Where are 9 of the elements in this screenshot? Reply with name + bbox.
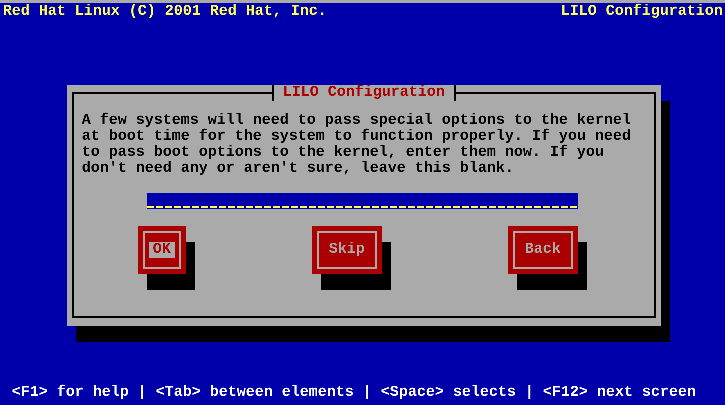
dialog-button[interactable]: Back [508,226,578,274]
dialog-button[interactable]: Skip [312,226,382,274]
dialog-button[interactable]: OK [138,226,186,274]
key-help-text: <F1> for help | <Tab> between elements | <Space> selects | <F12> next screen [12,385,696,401]
product-title: Red Hat Linux (C) 2001 Red Hat, Inc. [3,4,328,21]
dialog-title: LILO Configuration [272,85,456,101]
boot-options-field[interactable] [147,193,578,209]
screen-title: LILO Configuration [560,4,723,21]
dialog-message: A few systems will need to pass special options to the kernel at boot time for the system to function properly. If you need to pass boot options to the kernel, enter them now. If you don't need any or aren't sure, leave this blank. [82,113,632,177]
